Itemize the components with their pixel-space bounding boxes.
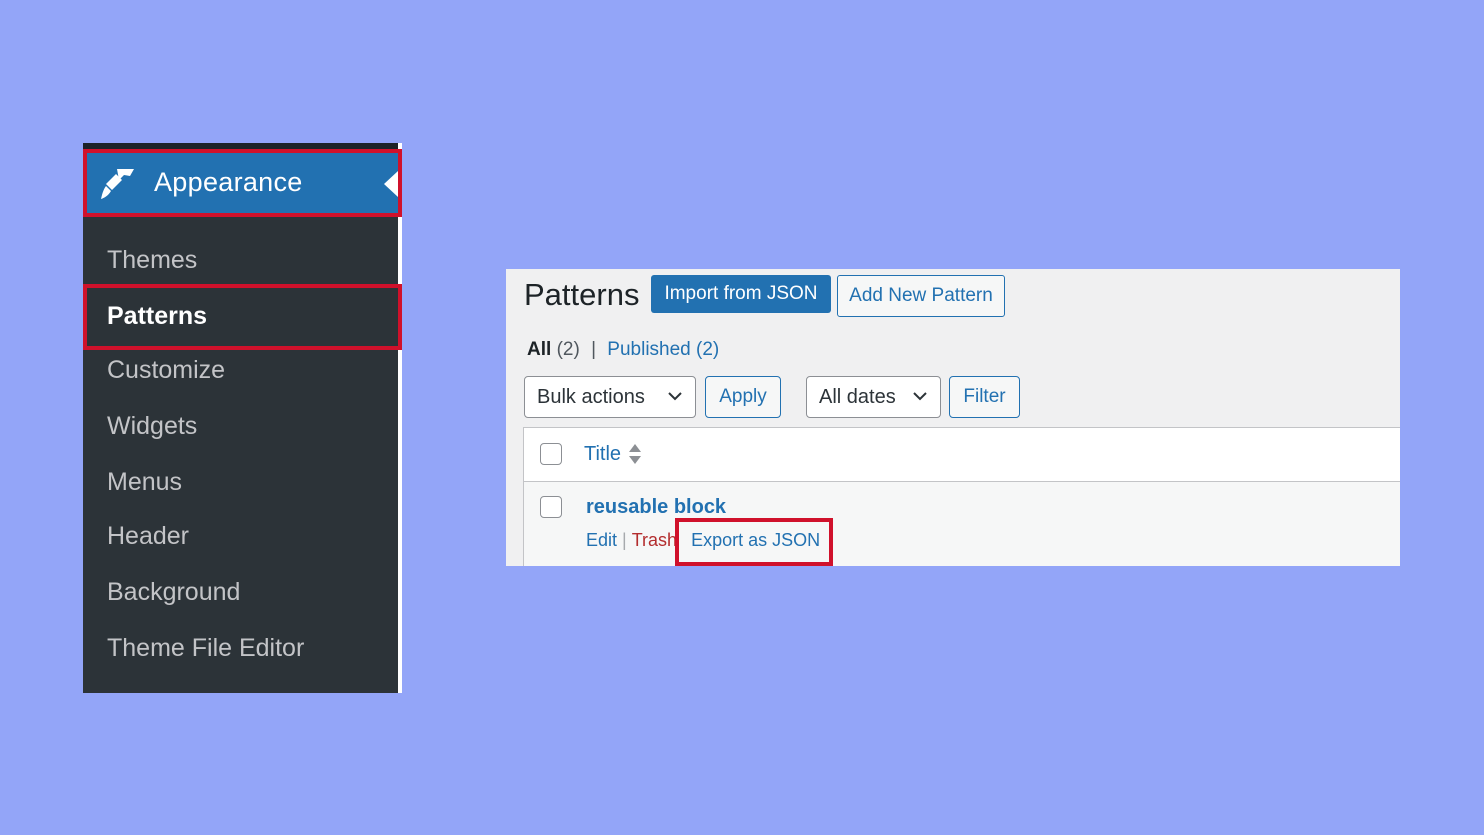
admin-sidebar: Appearance Themes Patterns Customize Wid… bbox=[83, 143, 402, 693]
row-action-separator: | bbox=[622, 530, 627, 550]
bulk-actions-select[interactable]: Bulk actions bbox=[524, 376, 696, 418]
table-header: Title bbox=[524, 428, 1400, 482]
sidebar-item-theme-file-editor[interactable]: Theme File Editor bbox=[107, 634, 304, 663]
sidebar-item-header[interactable]: Header bbox=[107, 522, 189, 551]
select-all-checkbox[interactable] bbox=[540, 443, 562, 465]
row-title-link[interactable]: reusable block bbox=[586, 496, 726, 519]
dates-select[interactable]: All dates bbox=[806, 376, 941, 418]
patterns-panel: Patterns Import from JSON Add New Patter… bbox=[506, 269, 1400, 566]
sidebar-item-menus[interactable]: Menus bbox=[107, 468, 182, 497]
sort-icon[interactable] bbox=[628, 442, 642, 466]
chevron-down-icon bbox=[668, 392, 682, 401]
edit-link[interactable]: Edit bbox=[586, 530, 617, 550]
sidebar-item-background[interactable]: Background bbox=[107, 578, 240, 607]
dates-value: All dates bbox=[819, 385, 896, 408]
bulk-actions-value: Bulk actions bbox=[537, 385, 645, 408]
filter-button[interactable]: Filter bbox=[949, 376, 1020, 418]
sidebar-menu-label: Appearance bbox=[154, 167, 303, 197]
chevron-down-icon bbox=[913, 392, 927, 401]
sidebar-topbar bbox=[83, 143, 398, 151]
add-new-pattern-button[interactable]: Add New Pattern bbox=[837, 275, 1005, 317]
sidebar-item-themes[interactable]: Themes bbox=[107, 246, 197, 275]
row-actions: Edit | Trash Export as JSON bbox=[586, 530, 820, 551]
sidebar-item-widgets[interactable]: Widgets bbox=[107, 412, 197, 441]
patterns-table: Title reusable block Edit | Trash Export as… bbox=[523, 427, 1400, 566]
trash-link[interactable]: Trash bbox=[632, 530, 677, 550]
view-separator: | bbox=[591, 339, 597, 360]
row-checkbox[interactable] bbox=[540, 496, 562, 518]
apply-button[interactable]: Apply bbox=[705, 376, 781, 418]
sidebar-item-patterns[interactable]: Patterns bbox=[107, 302, 207, 331]
view-all-link[interactable]: All bbox=[527, 339, 551, 360]
import-json-button[interactable]: Import from JSON bbox=[651, 275, 831, 313]
current-menu-arrow bbox=[384, 171, 398, 197]
page-title: Patterns bbox=[524, 277, 640, 312]
export-json-link[interactable]: Export as JSON bbox=[691, 530, 820, 550]
sidebar-menu-appearance[interactable]: Appearance bbox=[83, 151, 398, 215]
view-filters: All (2) | Published (2) bbox=[527, 339, 719, 361]
view-published-count: (2) bbox=[696, 339, 720, 360]
view-all-count: (2) bbox=[556, 339, 580, 360]
table-row: reusable block Edit | Trash Export as JSON bbox=[524, 482, 1400, 566]
column-title[interactable]: Title bbox=[584, 443, 621, 466]
view-published-link[interactable]: Published bbox=[607, 339, 690, 360]
sidebar-item-customize[interactable]: Customize bbox=[107, 356, 225, 385]
paintbrush-icon bbox=[101, 169, 134, 199]
